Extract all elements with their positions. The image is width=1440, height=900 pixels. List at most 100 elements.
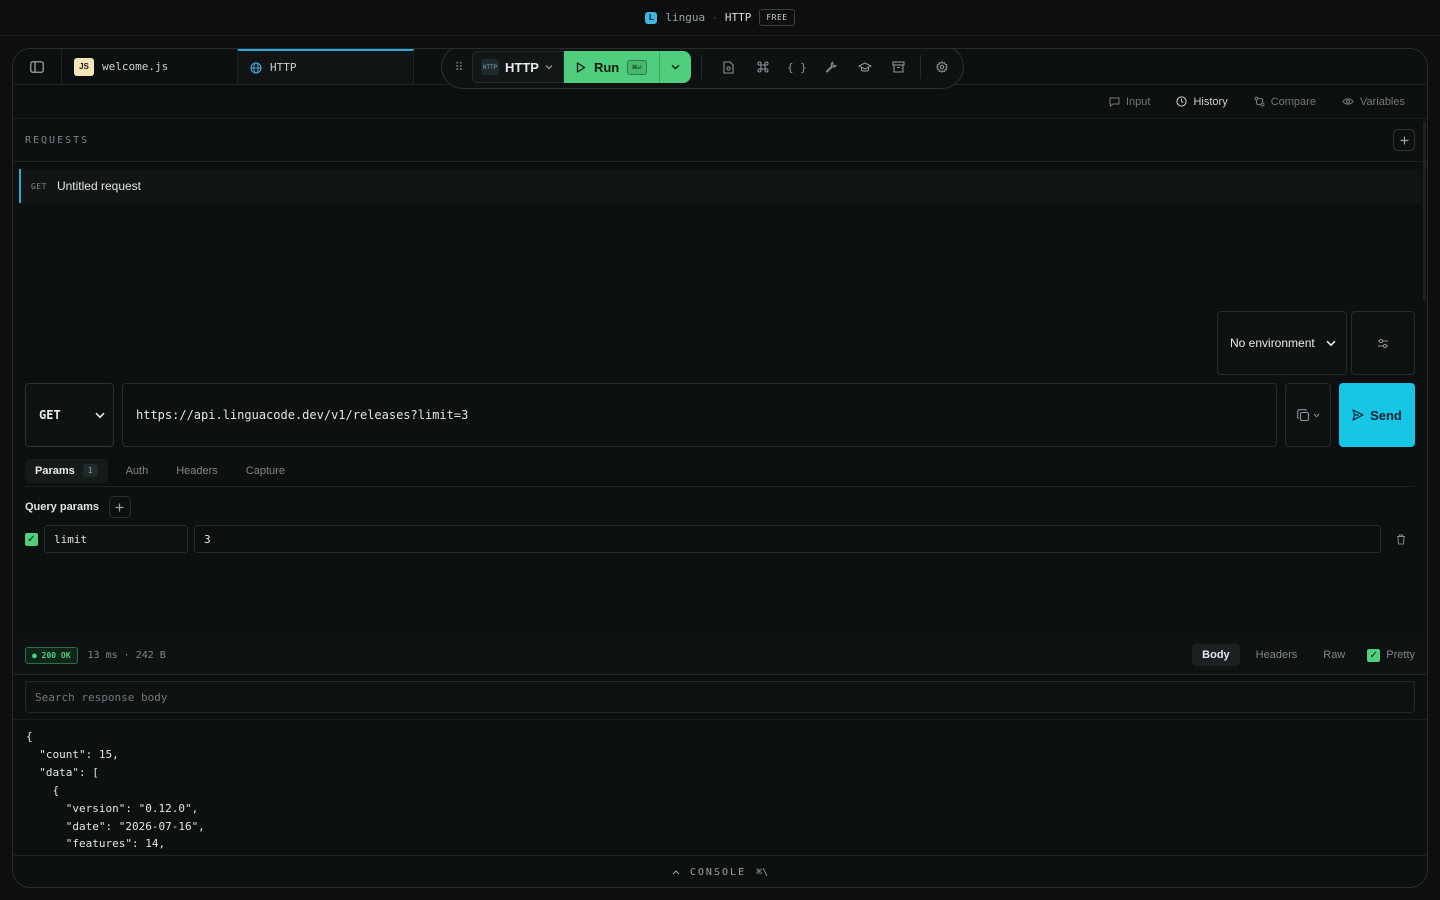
url-value: https://api.linguacode.dev/v1/releases?l… <box>136 408 469 422</box>
send-button[interactable]: Send <box>1339 383 1415 447</box>
response-body: { "count": 15, "data": [ { "version": "0… <box>13 719 1427 855</box>
run-options-button[interactable] <box>658 51 691 83</box>
js-badge-icon: JS <box>74 57 94 76</box>
list-item[interactable]: GET Untitled request <box>19 169 1421 203</box>
tab-history[interactable]: History <box>1176 96 1228 108</box>
code-line: "features": 14, <box>26 837 166 851</box>
pretty-toggle[interactable]: ✓ Pretty <box>1367 648 1415 662</box>
tab-http[interactable]: HTTP <box>238 49 414 84</box>
status-badge: ● 200 OK <box>25 646 78 664</box>
app-name: lingua <box>665 11 706 24</box>
title-separator: · <box>713 11 717 24</box>
plan-badge: FREE <box>759 9 795 26</box>
requests-title: REQUESTS <box>25 134 90 146</box>
tab-label: HTTP <box>270 61 297 74</box>
plus-icon <box>115 503 124 512</box>
settings-button[interactable] <box>925 51 959 83</box>
tab-headers[interactable]: Headers <box>166 459 228 483</box>
requests-header: REQUESTS <box>13 119 1427 162</box>
request-method: GET <box>31 181 47 191</box>
console-toggle[interactable]: CONSOLE ⌘\ <box>13 855 1427 887</box>
file-icon <box>723 60 734 74</box>
sliders-icon <box>1377 338 1389 349</box>
sidebar-toggle-button[interactable] <box>13 49 62 84</box>
copy-icon <box>1296 408 1310 422</box>
pretty-checkbox[interactable]: ✓ <box>1367 648 1381 662</box>
file-button[interactable] <box>712 51 746 83</box>
chevron-up-icon <box>672 869 680 875</box>
run-button[interactable]: Run ⌘⏎ <box>563 51 659 83</box>
chevron-down-icon <box>1326 340 1336 347</box>
tab-params[interactable]: Params 1 <box>25 458 108 483</box>
graduation-cap-icon <box>858 61 872 73</box>
archive-button[interactable] <box>882 51 916 83</box>
url-input[interactable]: https://api.linguacode.dev/v1/releases?l… <box>122 383 1277 447</box>
chevron-down-icon <box>95 412 105 419</box>
add-param-button[interactable] <box>108 496 131 518</box>
eye-icon <box>1342 97 1354 106</box>
clock-icon <box>1176 96 1188 107</box>
console-shortcut: ⌘\ <box>756 866 769 878</box>
code-line: { <box>26 783 60 797</box>
toolbar-divider <box>919 55 921 79</box>
drag-handle-icon[interactable]: ⠿ <box>450 60 468 74</box>
document-title: HTTP <box>724 11 752 24</box>
tab-welcome-js[interactable]: JS welcome.js <box>62 49 238 84</box>
tab-compare[interactable]: Compare <box>1254 96 1316 108</box>
chevron-down-icon <box>545 64 553 70</box>
tab-label: Headers <box>176 464 218 477</box>
add-request-button[interactable] <box>1393 129 1415 151</box>
code-line: "date": "2026-07-16", <box>26 819 205 833</box>
app-logo-icon: L <box>645 11 658 24</box>
tab-body[interactable]: Body <box>1192 644 1240 666</box>
trash-icon <box>1396 534 1406 545</box>
learn-button[interactable] <box>848 51 882 83</box>
chevron-down-icon <box>1313 413 1320 418</box>
environment-select[interactable]: No environment <box>1217 311 1347 375</box>
http-language-icon: HTTP <box>481 59 499 75</box>
send-label: Send <box>1370 407 1402 423</box>
params-count-badge: 1 <box>82 464 98 477</box>
command-button[interactable] <box>746 51 780 83</box>
message-icon <box>1109 97 1120 107</box>
run-toolbar: ⠿ HTTP HTTP Run ⌘⏎ {} <box>441 49 964 89</box>
tab-label: welcome.js <box>102 60 169 73</box>
tab-auth[interactable]: Auth <box>116 459 159 483</box>
environment-settings-button[interactable] <box>1351 311 1415 375</box>
play-icon <box>576 61 586 73</box>
language-select[interactable]: HTTP HTTP <box>472 51 564 83</box>
request-name: Untitled request <box>56 179 141 193</box>
param-value-input[interactable]: 3 <box>194 525 1381 553</box>
tab-label: Auth <box>125 464 149 477</box>
query-params-section: Query params <box>25 496 131 518</box>
format-button[interactable]: { } <box>780 51 814 83</box>
response-search-input[interactable]: Search response body <box>25 681 1415 713</box>
archive-icon <box>892 61 905 73</box>
copy-request-button[interactable] <box>1285 383 1331 447</box>
tab-response-headers[interactable]: Headers <box>1246 644 1308 666</box>
method-select[interactable]: GET <box>25 383 114 447</box>
language-label: HTTP <box>505 59 539 75</box>
wrench-icon <box>825 61 837 73</box>
delete-param-button[interactable] <box>1387 525 1415 553</box>
code-line: { <box>26 730 33 743</box>
tab-variables[interactable]: Variables <box>1342 96 1405 108</box>
chevron-down-icon <box>671 64 680 70</box>
query-params-title: Query params <box>25 501 99 513</box>
param-enabled-checkbox[interactable]: ✓ <box>25 532 38 546</box>
tab-label: Input <box>1126 95 1151 108</box>
tab-label: Params <box>35 464 75 477</box>
tools-button[interactable] <box>814 51 848 83</box>
tab-input[interactable]: Input <box>1109 96 1150 108</box>
param-row: ✓ limit 3 <box>25 525 1415 553</box>
tab-capture[interactable]: Capture <box>236 459 295 483</box>
param-key-input[interactable]: limit <box>44 525 188 553</box>
sidebar-icon <box>30 60 44 73</box>
request-tabs: Params 1 Auth Headers Capture <box>25 455 1415 487</box>
pretty-label: Pretty <box>1386 649 1415 661</box>
globe-icon <box>250 61 262 74</box>
tab-raw[interactable]: Raw <box>1313 644 1355 666</box>
scrollbar[interactable] <box>1423 121 1426 301</box>
toolbar-divider <box>700 55 702 79</box>
response-bar: ● 200 OK 13 ms · 242 B Body Headers Raw … <box>13 635 1427 675</box>
